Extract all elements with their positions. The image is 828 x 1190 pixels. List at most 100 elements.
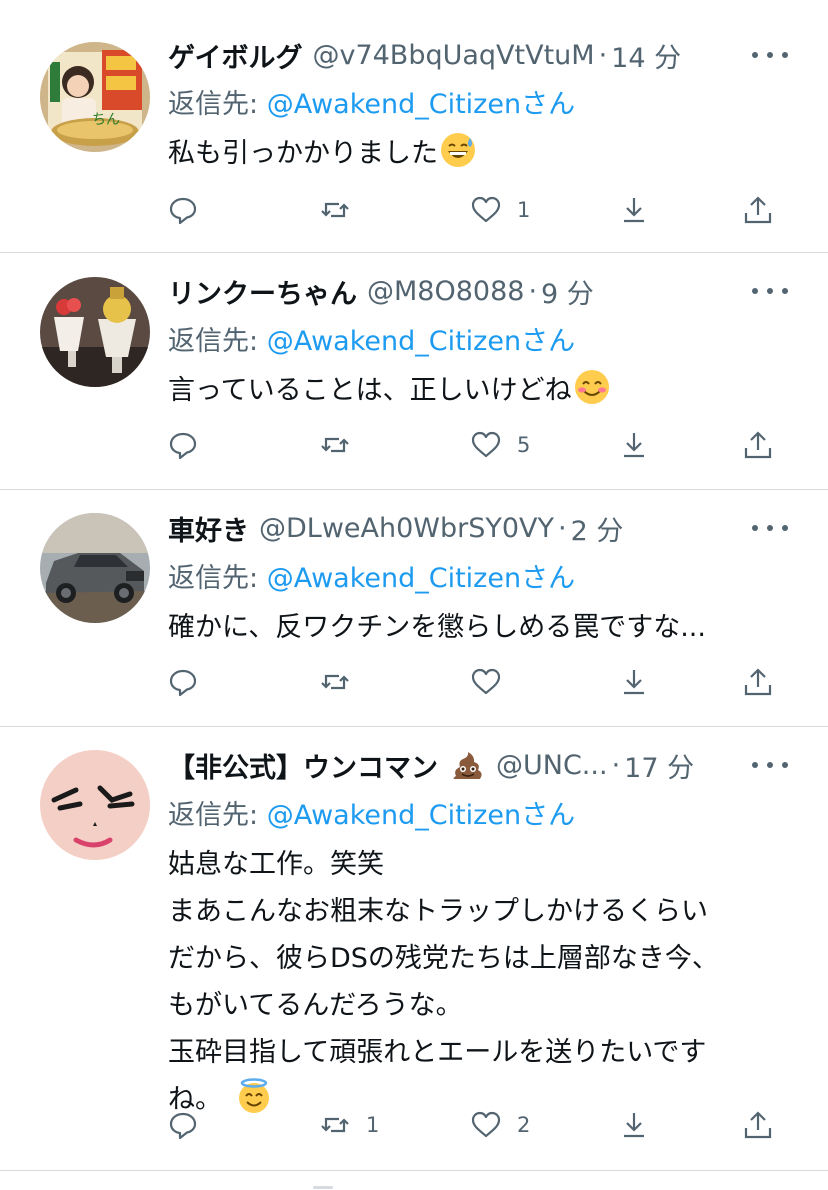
replying-to: 返信先: @Awakend_Citizenさん	[168, 319, 575, 358]
tweet-text-line: まあこんなお粗末なトラップしかけるくらい	[168, 896, 708, 927]
action-bar: 5	[0, 425, 828, 465]
more-icon[interactable]	[752, 513, 788, 543]
svg-text:ちん: ちん	[92, 112, 120, 128]
tweet-4[interactable]: 【非公式】ウンコマン @UNC... · 17 分 返信先: @Awakend_…	[0, 727, 828, 1170]
tweet-text-line: もがいてるんだろうな。	[168, 990, 463, 1021]
tweet-text-line: 玉砕目指して頑張れとエールを送りたいです	[168, 1037, 707, 1068]
like-button[interactable]: 5	[469, 425, 530, 465]
mention-suffix: さん	[521, 563, 576, 594]
mention-link[interactable]: @Awakend_Citizen	[267, 89, 521, 120]
display-name[interactable]: 車好き	[168, 509, 249, 548]
mention-suffix: さん	[521, 89, 576, 120]
share-button[interactable]	[741, 1105, 775, 1145]
divider	[0, 1170, 828, 1171]
user-handle[interactable]: @UNC...	[496, 750, 608, 781]
separator: ·	[598, 39, 608, 71]
tweet-2[interactable]: リンクーちゃん @M8O8088 · 9 分 返信先: @Awakend_Cit…	[0, 253, 828, 489]
tweet-text-line: 私も引っかかりました	[168, 138, 438, 169]
timestamp[interactable]: 14 分	[611, 36, 681, 75]
display-name[interactable]: リンクーちゃん	[168, 272, 357, 311]
user-handle[interactable]: @DLweAh0WbrSY0VY	[259, 513, 554, 544]
like-button[interactable]: 1	[469, 190, 530, 230]
like-button[interactable]: 2	[469, 1105, 530, 1145]
tweet-header: 車好き @DLweAh0WbrSY0VY · 2 分	[168, 505, 740, 551]
avatar[interactable]	[40, 277, 150, 387]
replying-to: 返信先: @Awakend_Citizenさん	[168, 82, 575, 121]
retweet-button[interactable]	[318, 190, 366, 230]
heart-icon	[471, 431, 501, 458]
mention-link[interactable]: @Awakend_Citizen	[267, 800, 521, 831]
separator: ·	[558, 512, 567, 544]
retweet-icon	[321, 1117, 349, 1133]
retweet-icon	[321, 437, 349, 453]
tweet-header: ゲイボルグ @v74BbqUaqVtVtuM · 14 分	[168, 32, 740, 78]
retweet-button[interactable]: 1	[318, 1105, 379, 1145]
replying-to-label: 返信先:	[168, 89, 259, 120]
like-count: 2	[517, 1113, 531, 1137]
tweet-text-line: 姑息な工作。笑笑	[168, 849, 384, 880]
share-icon	[744, 668, 772, 696]
reply-icon	[169, 1112, 197, 1140]
tweet-text-line: 確かに、反ワクチンを懲らしめる罠ですな...	[168, 612, 706, 643]
user-handle[interactable]: @M8O8088	[367, 276, 524, 307]
download-icon	[624, 670, 644, 695]
reply-button[interactable]	[166, 425, 200, 465]
more-icon[interactable]	[752, 276, 788, 306]
display-name[interactable]: 【非公式】ウンコマン	[168, 746, 438, 785]
sweat-smile-emoji	[440, 132, 476, 168]
mention-suffix: さん	[521, 326, 576, 357]
share-button[interactable]	[741, 190, 775, 230]
download-icon	[624, 433, 644, 458]
reply-icon	[169, 432, 197, 460]
action-bar: 1 2	[0, 1105, 828, 1145]
reply-button[interactable]	[166, 662, 200, 702]
share-icon	[744, 431, 772, 459]
share-button[interactable]	[741, 662, 775, 702]
more-icon[interactable]	[752, 750, 788, 780]
download-icon	[624, 198, 644, 223]
timestamp[interactable]: 17 分	[624, 746, 694, 785]
next-tweet-edge	[313, 1186, 333, 1189]
mention-link[interactable]: @Awakend_Citizen	[267, 326, 521, 357]
tweet-text-line: だから、彼らDSの残党たちは上層部なき今、	[168, 943, 719, 974]
bookmark-button[interactable]	[617, 190, 651, 230]
tweet-header: 【非公式】ウンコマン @UNC... · 17 分	[168, 742, 740, 788]
timestamp[interactable]: 9 分	[541, 272, 594, 311]
tweet-text: 姑息な工作。笑笑 まあこんなお粗末なトラップしかけるくらい だから、彼らDSの残…	[168, 841, 778, 1123]
tweet-text: 私も引っかかりました	[168, 130, 778, 177]
retweet-button[interactable]	[318, 662, 366, 702]
tweet-text-line: 言っていることは、正しいけどね	[168, 375, 572, 406]
share-icon	[744, 1111, 772, 1139]
heart-icon	[471, 668, 501, 695]
retweet-icon	[321, 202, 349, 218]
avatar[interactable]	[40, 513, 150, 623]
bookmark-button[interactable]	[617, 425, 651, 465]
replying-to-label: 返信先:	[168, 800, 259, 831]
tweet-header: リンクーちゃん @M8O8088 · 9 分	[168, 268, 740, 314]
share-icon	[744, 196, 772, 224]
reply-button[interactable]	[166, 1105, 200, 1145]
mention-link[interactable]: @Awakend_Citizen	[267, 563, 521, 594]
separator: ·	[528, 275, 538, 307]
tweet-text: 言っていることは、正しいけどね	[168, 367, 778, 414]
action-bar	[0, 662, 828, 702]
like-button[interactable]	[469, 662, 517, 702]
tweet-1[interactable]: ちん ゲイボルグ @v74BbqUaqVtVtuM · 14 分 返信先: @A…	[0, 0, 828, 252]
more-icon[interactable]	[752, 40, 788, 70]
user-handle[interactable]: @v74BbqUaqVtVtuM	[312, 40, 594, 71]
heart-icon	[471, 196, 501, 223]
tweet-3[interactable]: 車好き @DLweAh0WbrSY0VY · 2 分 返信先: @Awakend…	[0, 490, 828, 726]
avatar[interactable]	[40, 750, 150, 860]
display-name[interactable]: ゲイボルグ	[168, 36, 302, 75]
share-button[interactable]	[741, 425, 775, 465]
bookmark-button[interactable]	[617, 662, 651, 702]
tweet-text: 確かに、反ワクチンを懲らしめる罠ですな...	[168, 604, 778, 651]
reply-icon	[169, 197, 197, 225]
avatar[interactable]: ちん	[40, 42, 150, 152]
retweet-button[interactable]	[318, 425, 366, 465]
reply-button[interactable]	[166, 190, 200, 230]
timestamp[interactable]: 2 分	[571, 509, 624, 548]
bookmark-button[interactable]	[617, 1105, 651, 1145]
heart-icon	[471, 1111, 501, 1138]
poop-emoji	[450, 747, 486, 783]
